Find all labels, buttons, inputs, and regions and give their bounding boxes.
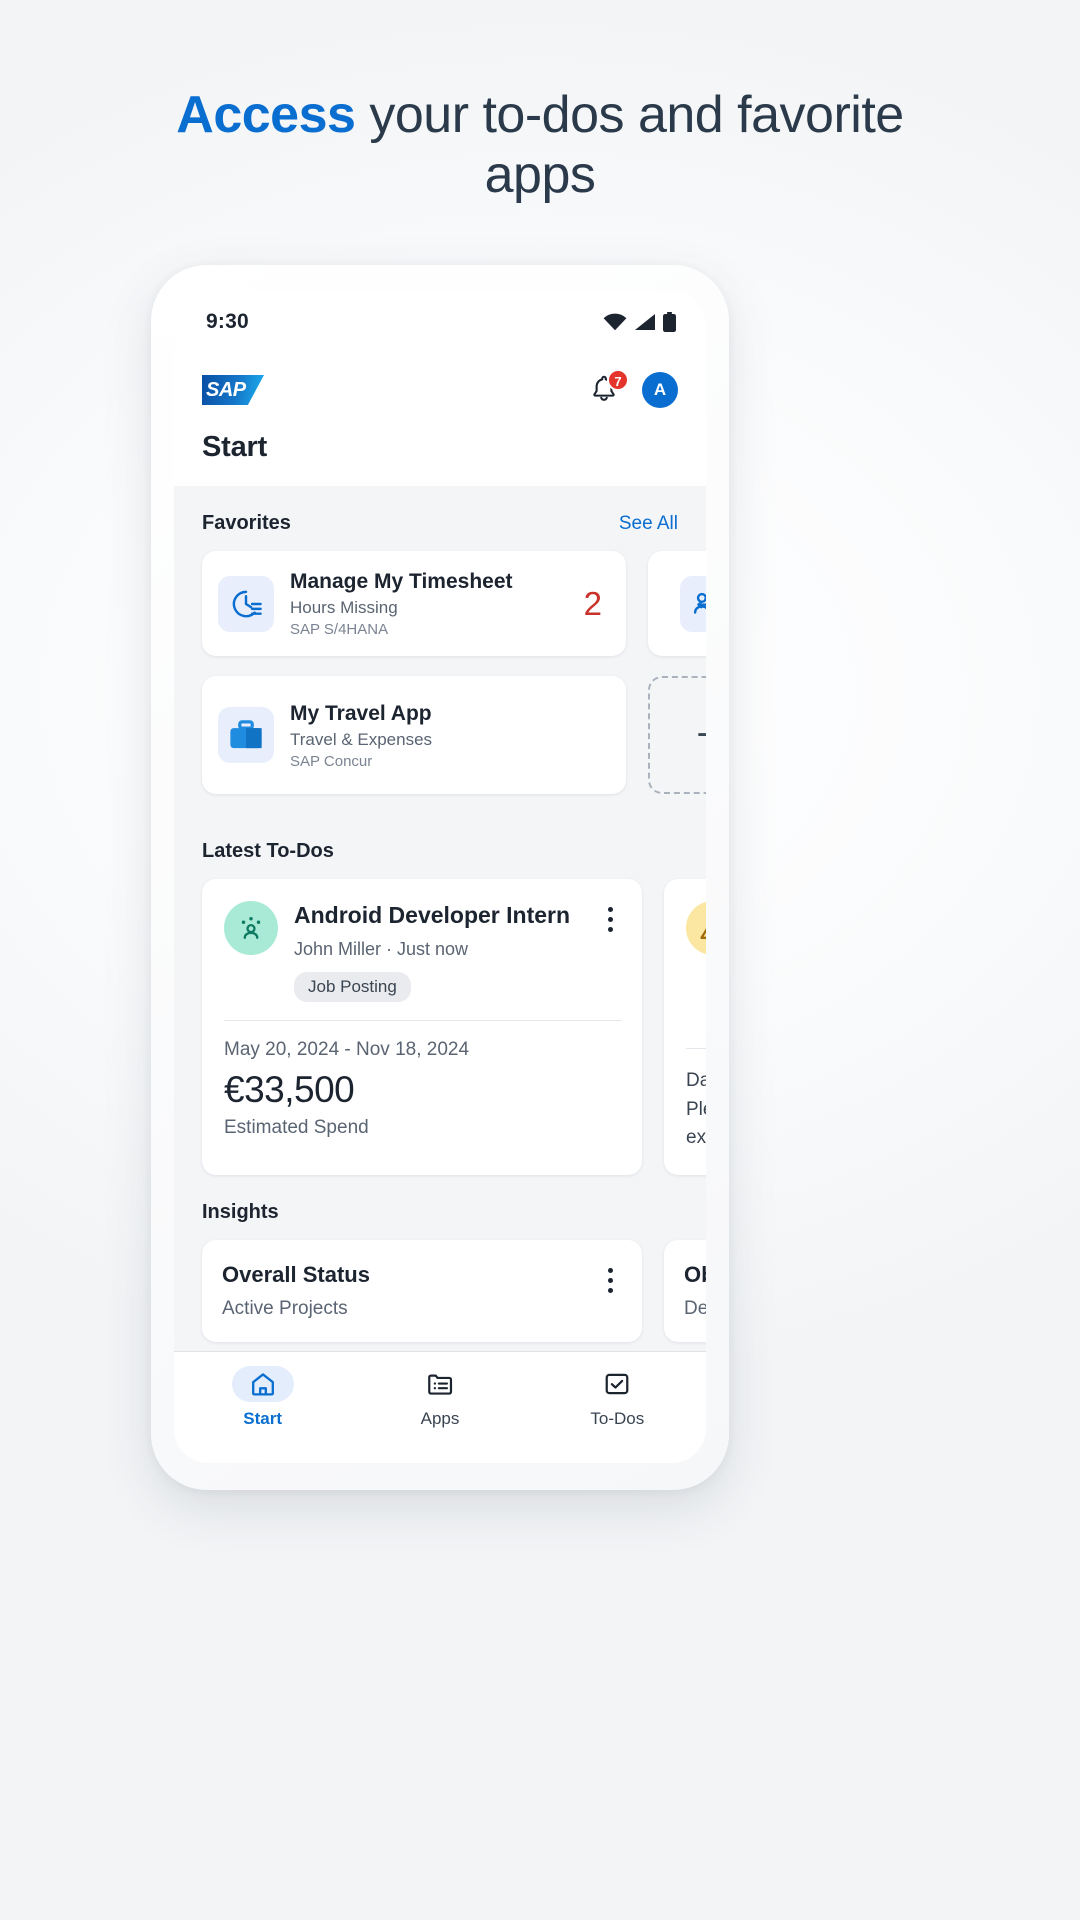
todo-card-header: Negotiation Deadline 1 hour ago Situatio…	[686, 901, 706, 1030]
todos-title: Latest To-Dos	[202, 840, 334, 863]
wifi-icon	[603, 313, 627, 331]
briefcase-icon	[218, 707, 274, 764]
todos-section-header: Latest To-Dos	[174, 814, 706, 879]
favorite-card-timesheet[interactable]: Manage My Timesheet Hours Missing SAP S/…	[202, 551, 626, 657]
favorite-subtitle: Hours Missing	[290, 598, 398, 618]
divider	[686, 1048, 706, 1050]
sap-logo: SAP	[202, 375, 264, 405]
favorites-see-all-link[interactable]: See All	[619, 513, 678, 535]
favorite-card-partial[interactable]	[648, 551, 706, 657]
todo-chip: Job Posting	[294, 972, 411, 1003]
insight-card-overall-status[interactable]: Overall Status Active Projects	[202, 1239, 642, 1342]
favorites-section-header: Favorites See All	[174, 486, 706, 551]
favorite-system: SAP S/4HANA	[290, 621, 389, 639]
favorite-card-text: Manage My Timesheet Hours Missing SAP S/…	[290, 569, 568, 638]
insight-card-header: Overall Status Active Projects	[222, 1262, 622, 1320]
todo-date-range: May 20, 2024 - Nov 18, 2024	[224, 1039, 470, 1061]
kebab-menu-icon[interactable]	[598, 901, 622, 933]
favorite-system: SAP Concur	[290, 752, 373, 770]
todo-card-header: Android Developer Intern John Miller · J…	[224, 901, 622, 1003]
battery-icon	[663, 312, 676, 332]
divider	[224, 1020, 622, 1022]
favorite-card-text: My Travel App Travel & Expenses SAP Conc…	[290, 701, 610, 770]
phone-screen: 9:30 SAP 7 A Start Favorites See All Man…	[174, 291, 706, 1463]
todo-meta: John Miller · Just now	[294, 939, 469, 960]
cellular-signal-icon	[635, 314, 655, 330]
tab-label: Start	[243, 1409, 283, 1428]
clock-list-icon	[218, 575, 274, 632]
home-icon	[231, 1366, 294, 1402]
tab-start[interactable]: Start	[188, 1366, 338, 1429]
todo-amount-label: Estimated Spend	[224, 1117, 369, 1139]
status-bar: 9:30	[174, 291, 706, 353]
favorite-card-travel[interactable]: My Travel App Travel & Expenses SAP Conc…	[202, 676, 626, 795]
tab-label: Apps	[420, 1409, 460, 1428]
insight-card-objectives[interactable]: Objectives Delivery	[664, 1239, 706, 1342]
insight-text-block: Objectives Delivery	[684, 1262, 706, 1320]
insight-card-header: Objectives Delivery	[684, 1262, 706, 1320]
todo-amount: €33,500	[224, 1069, 355, 1111]
todo-body-text: Days of negotiation. Please renew before…	[686, 1070, 706, 1149]
tab-label: To-Dos	[590, 1409, 645, 1428]
todo-title: Android Developer Intern	[294, 902, 571, 929]
todo-card-negotiation[interactable]: Negotiation Deadline 1 hour ago Situatio…	[664, 879, 706, 1175]
insights-section-header: Insights	[174, 1175, 706, 1240]
bottom-tab-bar: Start Apps To-Dos	[174, 1351, 706, 1463]
insight-title: Overall Status	[222, 1261, 370, 1287]
status-bar-icons	[603, 312, 676, 332]
insight-title: Objectives	[684, 1261, 706, 1287]
apps-list-icon	[409, 1366, 471, 1402]
todo-card-title-block: Android Developer Intern John Miller · J…	[294, 901, 582, 1003]
people-transfer-icon	[680, 575, 706, 632]
headline-rest: your to-dos and favorite apps	[355, 86, 904, 204]
todos-row[interactable]: Android Developer Intern John Miller · J…	[174, 879, 706, 1175]
scroll-content[interactable]: Favorites See All Manage My Timesheet Ho	[174, 486, 706, 1342]
kebab-menu-icon[interactable]	[598, 1262, 622, 1293]
phone-mockup: 9:30 SAP 7 A Start Favorites See All Man…	[151, 265, 729, 1490]
tab-todos[interactable]: To-Dos	[542, 1366, 692, 1429]
checkbox-task-icon	[586, 1366, 648, 1402]
insights-title: Insights	[202, 1200, 279, 1223]
favorite-count: 2	[583, 584, 602, 622]
warning-triangle-icon	[686, 901, 706, 956]
favorites-row-1[interactable]: Manage My Timesheet Hours Missing SAP S/…	[174, 551, 706, 657]
tab-apps[interactable]: Apps	[365, 1366, 515, 1429]
insight-subtitle: Active Projects	[222, 1297, 348, 1319]
insights-row[interactable]: Overall Status Active Projects Objective…	[174, 1239, 706, 1342]
favorites-row-2[interactable]: My Travel App Travel & Expenses SAP Conc…	[174, 676, 706, 795]
sap-logo-text: SAP	[206, 379, 246, 401]
app-header: SAP 7 A Start	[174, 353, 706, 486]
add-favorite-button[interactable]: +	[648, 676, 706, 795]
app-header-row: SAP 7 A	[202, 363, 678, 417]
favorite-subtitle: Travel & Expenses	[290, 729, 433, 749]
recruiting-icon	[224, 901, 278, 956]
notification-badge: 7	[607, 369, 629, 391]
favorites-title: Favorites	[202, 512, 291, 534]
favorite-title: Manage My Timesheet	[290, 570, 513, 593]
headline-accent: Access	[176, 86, 356, 144]
page-title: Start	[202, 431, 268, 463]
insight-text-block: Overall Status Active Projects	[222, 1262, 370, 1320]
favorite-title: My Travel App	[290, 701, 432, 725]
status-bar-time: 9:30	[206, 310, 249, 333]
avatar[interactable]: A	[642, 372, 678, 408]
insight-subtitle: Delivery	[684, 1297, 706, 1319]
notifications-button[interactable]: 7	[590, 369, 629, 406]
promo-headline: Access your to-dos and favorite apps	[0, 86, 1080, 206]
app-header-actions: 7 A	[590, 369, 678, 408]
todo-card-job-posting[interactable]: Android Developer Intern John Miller · J…	[202, 879, 642, 1175]
